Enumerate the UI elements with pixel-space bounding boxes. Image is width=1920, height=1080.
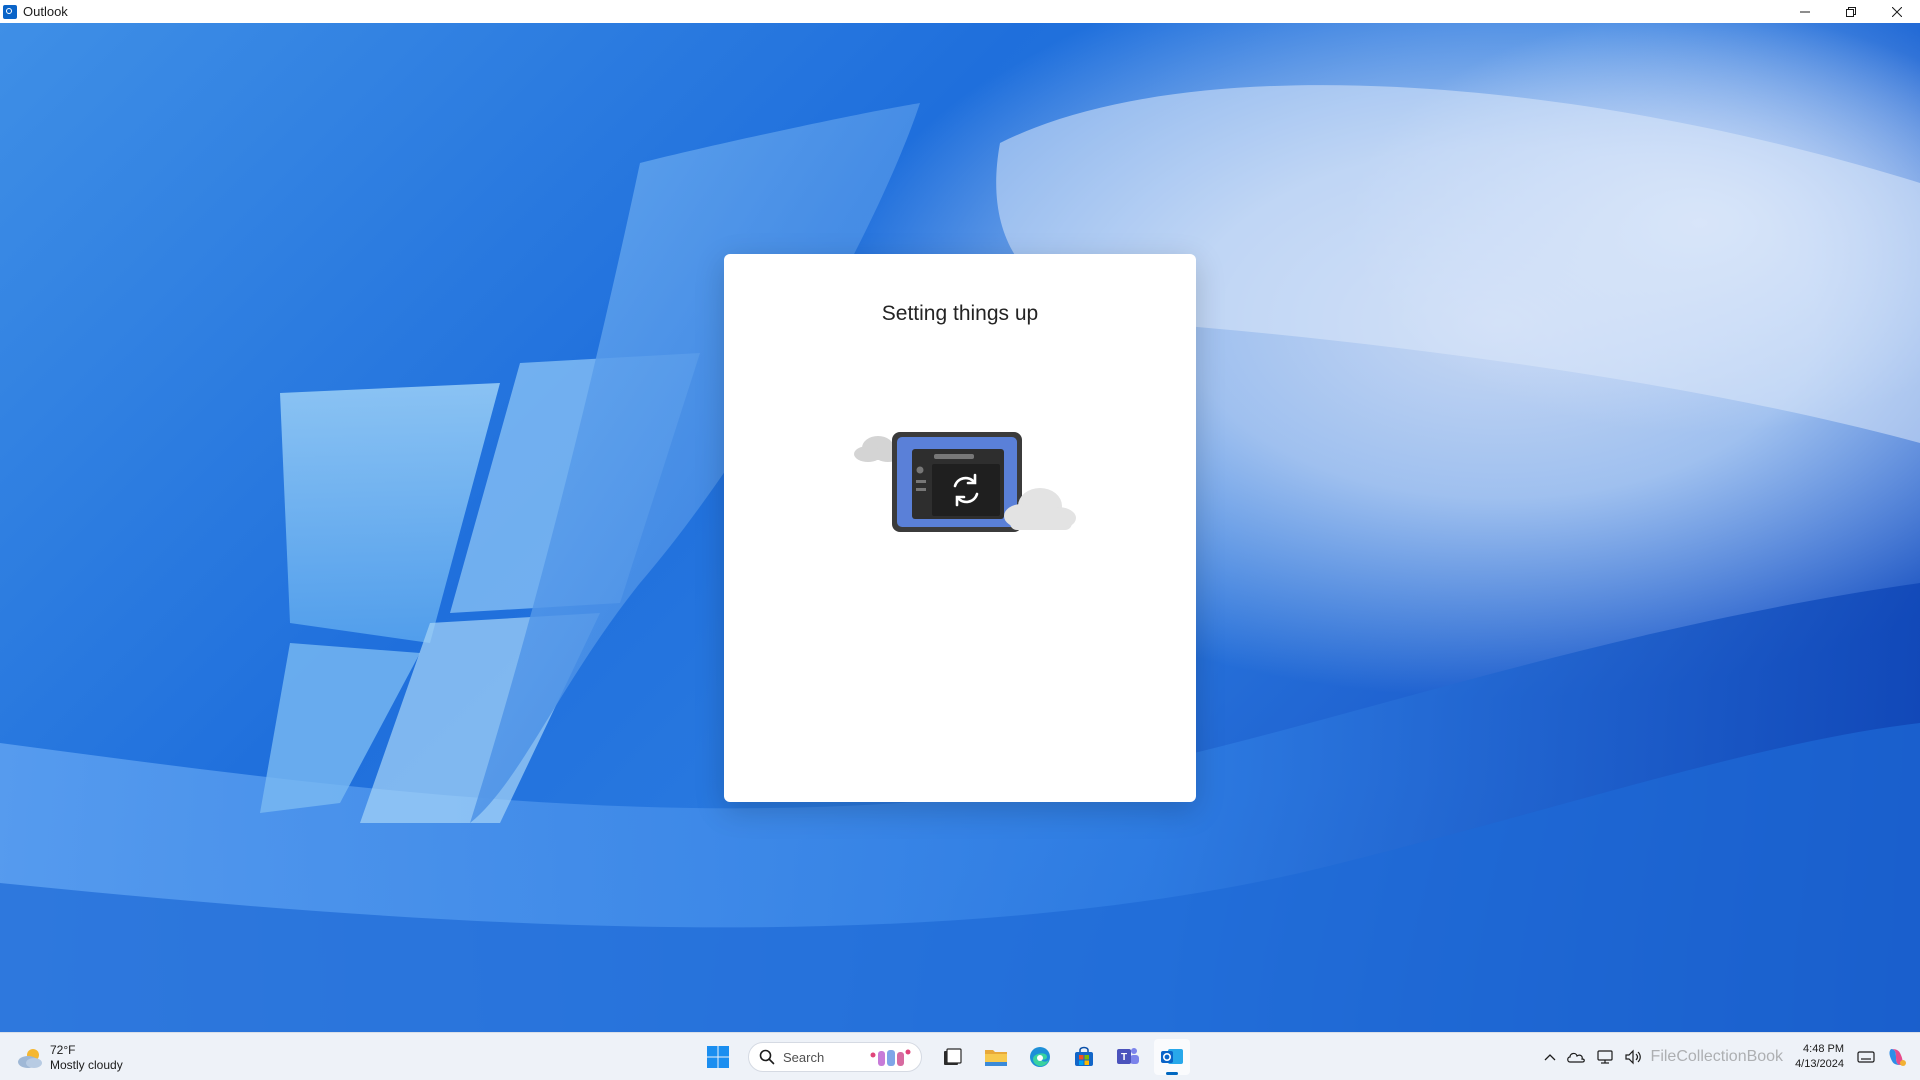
- system-tray: FileCollectionBook 4:48 PM 4/13/2024: [1539, 1039, 1912, 1075]
- search-highlight-icon: [870, 1049, 911, 1066]
- window-controls: [1782, 0, 1920, 23]
- restore-button[interactable]: [1828, 0, 1874, 23]
- taskbar: 72°F Mostly cloudy Search T FileCollecti…: [0, 1032, 1920, 1080]
- file-explorer-icon: [985, 1050, 1007, 1066]
- taskbar-search-box[interactable]: Search: [748, 1042, 922, 1072]
- window-title-bar: Outlook: [0, 0, 1920, 23]
- search-icon: [759, 1049, 775, 1065]
- minimize-button[interactable]: [1782, 0, 1828, 23]
- store-button[interactable]: [1066, 1039, 1102, 1075]
- restore-icon: [1846, 6, 1856, 17]
- outlook-app-icon: [3, 4, 17, 19]
- network-tray-button[interactable]: [1596, 1049, 1614, 1065]
- network-icon: [1596, 1050, 1613, 1064]
- file-explorer-button[interactable]: [978, 1039, 1014, 1075]
- show-hidden-icons-button[interactable]: [1544, 1052, 1556, 1062]
- edge-button[interactable]: [1022, 1039, 1058, 1075]
- weather-temperature: 72°F: [50, 1043, 76, 1057]
- clock-time: 4:48 PM: [1803, 1043, 1844, 1055]
- onedrive-tray-button[interactable]: [1566, 1050, 1586, 1064]
- close-icon: [1892, 6, 1902, 17]
- clock-button[interactable]: 4:48 PM 4/13/2024: [1795, 1042, 1844, 1072]
- taskbar-pinned-apps: Search T: [696, 1039, 1194, 1075]
- weather-widget[interactable]: 72°F Mostly cloudy: [16, 1043, 123, 1073]
- device-sync-illustration: [854, 432, 1076, 532]
- start-button[interactable]: [700, 1039, 736, 1075]
- minimize-icon: [1800, 11, 1810, 12]
- teams-icon: T: [1117, 1048, 1139, 1064]
- watermark-text: FileCollectionBook: [1650, 1048, 1784, 1065]
- speaker-icon: [1624, 1049, 1641, 1065]
- chevron-up-icon: [1544, 1054, 1556, 1061]
- keyboard-icon: [1857, 1051, 1875, 1063]
- weather-condition: Mostly cloudy: [50, 1058, 123, 1072]
- onedrive-icon: [1566, 1052, 1585, 1063]
- task-view-button[interactable]: [934, 1039, 970, 1075]
- windows-start-icon: [707, 1046, 729, 1068]
- edge-icon: [1030, 1047, 1050, 1067]
- cloud-sun-icon: [18, 1049, 42, 1068]
- clock-date: 4/13/2024: [1795, 1058, 1844, 1070]
- outlook-icon: [1161, 1049, 1183, 1064]
- copilot-button[interactable]: [1885, 1046, 1907, 1068]
- svg-text:T: T: [1121, 1052, 1127, 1063]
- outlook-button[interactable]: [1154, 1039, 1190, 1075]
- window-title: Outlook: [23, 4, 68, 19]
- teams-button[interactable]: T: [1110, 1039, 1146, 1075]
- setup-dialog: Setting things up: [724, 254, 1196, 802]
- copilot-icon: [1889, 1049, 1906, 1066]
- task-view-icon: [944, 1048, 962, 1065]
- dialog-title: Setting things up: [881, 302, 1039, 325]
- store-icon: [1075, 1046, 1093, 1066]
- close-button[interactable]: [1874, 0, 1920, 23]
- language-tray-button[interactable]: [1857, 1049, 1875, 1065]
- volume-tray-button[interactable]: [1624, 1049, 1642, 1065]
- search-label: Search: [783, 1049, 825, 1065]
